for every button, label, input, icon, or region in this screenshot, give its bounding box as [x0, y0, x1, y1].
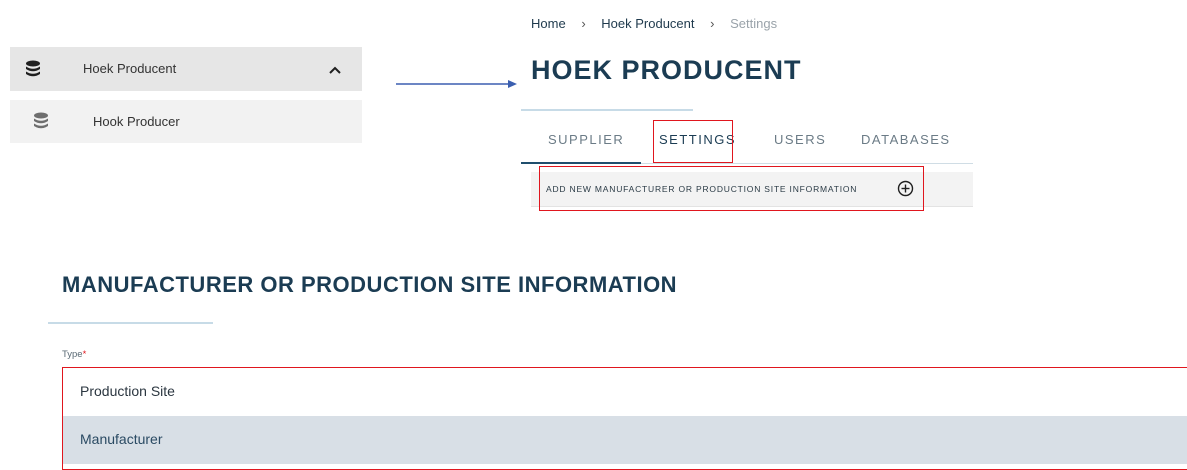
arrow-right-icon — [396, 75, 518, 94]
section-title: MANUFACTURER OR PRODUCTION SITE INFORMAT… — [62, 272, 678, 297]
sidebar-item-hoek-producent[interactable]: Hoek Producent — [10, 47, 362, 91]
page-title: HOEK PRODUCENT — [531, 55, 802, 85]
title-divider — [521, 109, 693, 111]
breadcrumb-home[interactable]: Home — [531, 16, 566, 31]
breadcrumb-current: Settings — [730, 16, 778, 31]
tab-supplier[interactable]: SUPPLIER — [548, 132, 624, 147]
type-dropdown-options[interactable]: Production Site Manufacturer — [62, 367, 1187, 470]
highlight-box-settings — [653, 120, 733, 163]
breadcrumb-supplier[interactable]: Hoek Producent — [601, 16, 694, 31]
highlight-box-add — [539, 166, 924, 211]
option-label: Manufacturer — [80, 431, 163, 447]
tab-active-indicator — [521, 162, 641, 164]
option-label: Production Site — [80, 383, 175, 399]
sidebar-item-label: Hook Producer — [93, 114, 180, 129]
section-divider — [48, 322, 213, 324]
tab-users[interactable]: USERS — [774, 132, 826, 147]
option-manufacturer[interactable]: Manufacturer — [63, 416, 1187, 464]
sidebar-item-hook-producer[interactable]: Hook Producer — [10, 100, 362, 143]
tab-databases[interactable]: DATABASES — [861, 132, 951, 147]
option-production-site[interactable]: Production Site — [63, 368, 1187, 416]
database-icon — [25, 60, 41, 83]
chevron-right-icon: › — [710, 16, 715, 31]
chevron-up-icon[interactable] — [328, 62, 342, 80]
sidebar-item-label: Hoek Producent — [83, 61, 177, 76]
type-label-text: Type — [62, 349, 83, 360]
breadcrumb: Home › Hoek Producent › Settings — [531, 16, 777, 31]
tab-bar: SUPPLIER SETTINGS USERS DATABASES — [521, 118, 973, 164]
required-mark: * — [82, 349, 87, 360]
chevron-right-icon: › — [581, 16, 586, 31]
type-field-label: Type* — [62, 349, 86, 360]
database-icon — [33, 112, 49, 135]
